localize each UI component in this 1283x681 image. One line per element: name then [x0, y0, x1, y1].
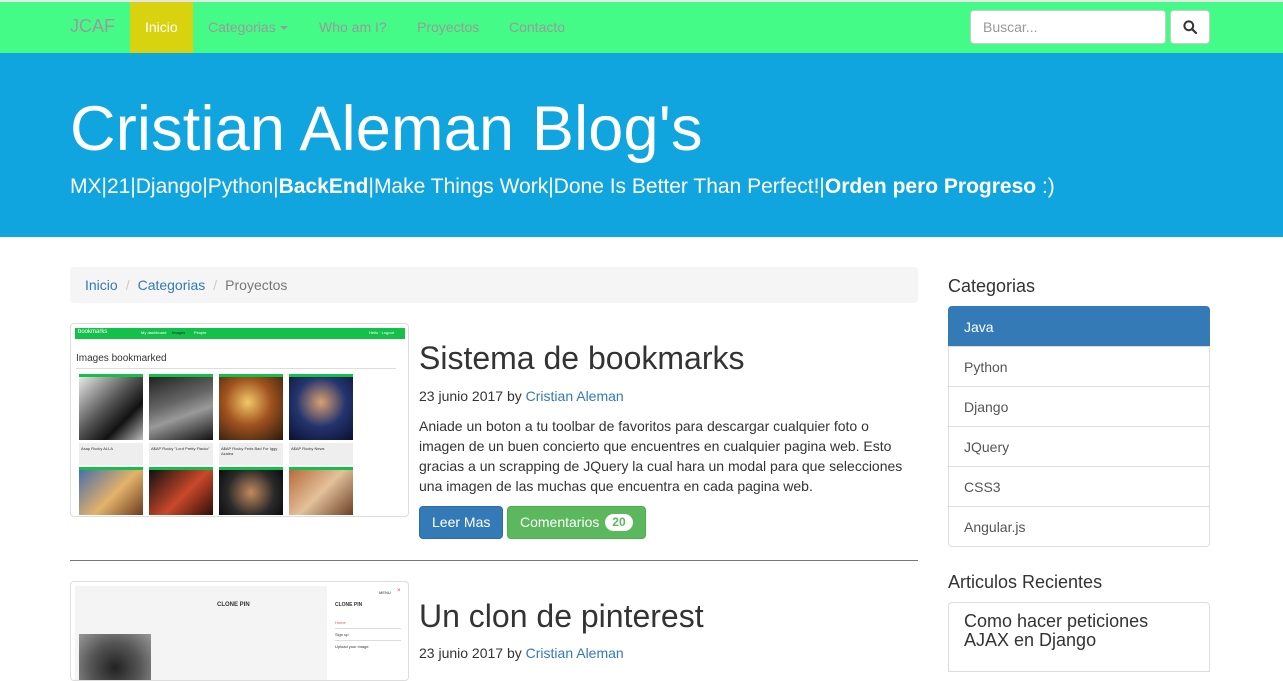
thumb-caption: A$AP Rocky Feds Bad For Iggy Azalea [221, 446, 278, 456]
post-date: 23 junio 2017 [419, 388, 504, 404]
post-thumbnail-pinterest[interactable]: CLONE PIN MENU × CLONE PIN Home Sign up … [70, 581, 409, 681]
thumb-photo [289, 467, 353, 515]
post-divider [70, 560, 918, 561]
breadcrumb: Inicio / Categorias / Proyectos [70, 267, 918, 303]
jumbotron: Cristian Aleman Blog's MX|21|Django|Pyth… [0, 53, 1283, 237]
thumb-divider [76, 368, 396, 369]
category-python[interactable]: Python [948, 346, 1210, 387]
nav-inicio[interactable]: Inicio [130, 2, 193, 53]
tagline-part: :) [1036, 175, 1055, 198]
category-jquery[interactable]: JQuery [948, 426, 1210, 467]
thumb-user-links: Hello · Logout [369, 330, 394, 335]
tagline-bold: BackEnd [278, 175, 369, 198]
category-angularjs[interactable]: Angular.js [948, 506, 1210, 547]
post-author-link[interactable]: Cristian Aleman [526, 388, 624, 404]
category-css3[interactable]: CSS3 [948, 466, 1210, 507]
category-java[interactable]: Java [948, 306, 1210, 347]
thumb-photo [79, 374, 143, 440]
thumb-app-name: bookmarks [78, 329, 108, 335]
recent-articles-heading: Articulos Recientes [948, 572, 1103, 592]
breadcrumb-separator: / [125, 277, 130, 293]
site-title: Cristian Aleman Blog's [70, 94, 703, 164]
breadcrumb-current: Proyectos [225, 277, 288, 293]
categories-list: Java Python Django JQuery CSS3 Angular.j… [948, 306, 1210, 547]
nav-proyectos[interactable]: Proyectos [402, 2, 494, 53]
thumb-menu-item: Home [335, 620, 346, 625]
comments-button[interactable]: Comentarios 20 [507, 506, 646, 539]
post-date: 23 junio 2017 [419, 645, 504, 661]
thumb-photo [79, 634, 151, 680]
thumb-photo [149, 374, 213, 440]
breadcrumb-inicio[interactable]: Inicio [85, 277, 118, 293]
thumb-menu-item: Sign up [335, 632, 349, 637]
thumb-nav-link: Images [172, 330, 186, 335]
thumb-heading: Images bookmarked [76, 353, 167, 364]
top-navbar: JCAF Inicio Categorias Who am I? Proyect… [0, 0, 1283, 53]
breadcrumb-separator: / [213, 277, 218, 293]
recent-article-title: Como hacer peticiones AJAX en Django [964, 611, 1149, 650]
thumb-divider [335, 640, 401, 641]
brand-logo[interactable]: JCAF [70, 16, 115, 37]
thumb-menu-label: MENU [379, 590, 391, 595]
nav-who-am-i[interactable]: Who am I? [304, 2, 402, 53]
thumb-nav-link: My dashboard [141, 330, 167, 335]
tagline-part: |Make Things Work|Done Is Better Than Pe… [368, 175, 825, 198]
thumb-photo [79, 467, 143, 515]
thumb-menu-title: CLONE PIN [335, 602, 363, 608]
categories-heading: Categorias [948, 276, 1036, 296]
breadcrumb-categorias[interactable]: Categorias [138, 277, 206, 293]
thumb-caption: A$AP Rocky "Lord Pretty Flacko" [151, 446, 210, 451]
thumb-caption: Asap Rocky ALLA [81, 446, 114, 451]
thumb-heading: CLONE PIN [217, 602, 250, 608]
close-icon: × [397, 588, 401, 594]
comments-label: Comentarios [520, 514, 600, 530]
recent-article-item[interactable]: Como hacer peticiones AJAX en Django [948, 602, 1210, 672]
thumb-menu-item: Upload your image [335, 644, 369, 649]
nav-contacto[interactable]: Contacto [494, 2, 580, 53]
thumb-photo [149, 467, 213, 515]
post-title[interactable]: Sistema de bookmarks [419, 340, 744, 377]
post-title[interactable]: Un clon de pinterest [419, 598, 704, 635]
thumb-photo [219, 467, 283, 515]
thumb-divider [335, 628, 401, 629]
category-django[interactable]: Django [948, 386, 1210, 427]
site-tagline: MX|21|Django|Python|BackEnd|Make Things … [70, 175, 1055, 199]
comments-count-badge: 20 [605, 514, 633, 531]
thumb-navbar [75, 328, 405, 339]
post-by: by [506, 388, 522, 404]
thumb-photo [219, 374, 283, 440]
post-by: by [506, 645, 522, 661]
post-excerpt: Aniade un boton a tu toolbar de favorito… [419, 418, 903, 494]
search-button[interactable] [1170, 10, 1210, 44]
thumb-nav-link: People [194, 330, 207, 335]
nav-categorias-dropdown[interactable]: Categorias [193, 2, 303, 53]
tagline-part: MX|21|Django|Python| [70, 175, 279, 198]
post-meta: 23 junio 2017 by Cristian Aleman [419, 388, 624, 404]
post-author-link[interactable]: Cristian Aleman [526, 645, 624, 661]
post-thumbnail-bookmarks[interactable]: bookmarks My dashboard Images People Hel… [70, 323, 409, 517]
thumb-photo [289, 374, 353, 440]
caret-down-icon [279, 26, 288, 31]
tagline-bold: Orden pero Progreso [824, 175, 1037, 198]
thumb-caption: A$AP Rocky News [291, 446, 325, 451]
post-meta: 23 junio 2017 by Cristian Aleman [419, 645, 624, 661]
read-more-button[interactable]: Leer Mas [419, 506, 504, 539]
nav-categorias-label: Categorias [208, 19, 276, 35]
search-icon [1183, 20, 1197, 34]
search-input[interactable] [970, 10, 1166, 44]
